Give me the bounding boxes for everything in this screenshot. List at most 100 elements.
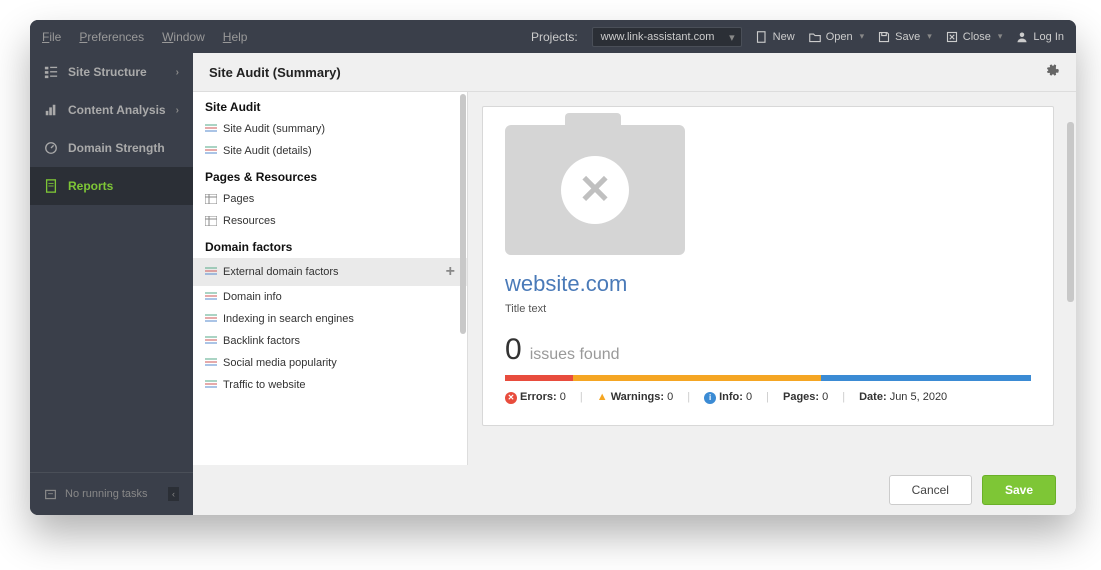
cancel-button[interactable]: Cancel [889, 475, 972, 505]
item-label: Backlink factors [223, 335, 300, 347]
chevron-right-icon: › [176, 105, 179, 116]
login-button[interactable]: Log In [1016, 31, 1064, 43]
reports-icon [44, 179, 58, 193]
content: Site Audit (Summary) Site Audit Site Aud… [193, 53, 1076, 515]
bar-info [821, 375, 1031, 381]
item-external-domain-factors[interactable]: External domain factors + [193, 258, 467, 286]
warnings-icon: ▲ [597, 391, 608, 403]
gear-icon[interactable] [1045, 63, 1060, 81]
scrollbar[interactable] [460, 94, 466, 334]
item-indexing[interactable]: Indexing in search engines [193, 308, 467, 330]
item-backlink-factors[interactable]: Backlink factors [193, 330, 467, 352]
bar-errors [505, 375, 573, 381]
save-button[interactable]: Save [982, 475, 1056, 505]
item-resources[interactable]: Resources [193, 210, 467, 232]
menu-preferences[interactable]: Preferences [79, 30, 144, 44]
open-icon [809, 31, 821, 43]
stats-row: ✕Errors: 0 | ▲ Warnings: 0 | iInfo: 0 | … [505, 391, 1031, 404]
chevron-right-icon: › [176, 67, 179, 78]
item-label: Domain info [223, 291, 282, 303]
item-site-audit-details[interactable]: Site Audit (details) [193, 140, 467, 162]
app-window: File Preferences Window Help Projects: w… [30, 20, 1076, 515]
sidebar-item-domain-strength[interactable]: Domain Strength [30, 129, 193, 167]
tasks-icon [44, 488, 57, 501]
menu-help[interactable]: Help [223, 30, 248, 44]
stat-date: Date: Jun 5, 2020 [859, 391, 947, 403]
structure-icon [44, 65, 58, 79]
group-site-audit: Site Audit [193, 92, 467, 118]
login-label: Log In [1033, 31, 1064, 43]
errors-icon: ✕ [505, 392, 517, 404]
project-dropdown[interactable]: www.link-assistant.com [592, 27, 742, 47]
item-social-media[interactable]: Social media popularity [193, 352, 467, 374]
item-pages[interactable]: Pages [193, 188, 467, 210]
item-label: External domain factors [223, 266, 339, 278]
separator: | [687, 391, 690, 403]
sidebar-item-reports[interactable]: Reports [30, 167, 193, 205]
chevron-down-icon: ▾ [860, 31, 865, 42]
left-panel: Site Audit Site Audit (summary) Site Aud… [193, 92, 468, 465]
grid-icon [205, 194, 217, 204]
stat-warnings: ▲ Warnings: 0 [597, 391, 674, 403]
sidebar-item-content-analysis[interactable]: Content Analysis › [30, 91, 193, 129]
site-title: website.com [505, 271, 1031, 297]
menu-file[interactable]: File [42, 30, 61, 44]
list-icon [205, 146, 217, 156]
list-icon [205, 292, 217, 302]
preview-card: ✕ website.com Title text 0 issues found [482, 106, 1054, 426]
chevron-down-icon: ▾ [998, 31, 1003, 42]
issues-count: 0 [505, 333, 522, 367]
footer: Cancel Save [193, 465, 1076, 515]
menu-window[interactable]: Window [162, 30, 205, 44]
content-header: Site Audit (Summary) [193, 53, 1076, 92]
list-icon [205, 124, 217, 134]
plus-icon[interactable]: + [446, 263, 455, 281]
sidebar-item-label: Domain Strength [68, 141, 165, 155]
save-icon [878, 31, 890, 43]
menubar-left: File Preferences Window Help [42, 30, 247, 44]
separator: | [842, 391, 845, 403]
sidebar-footer: No running tasks ‹ [30, 472, 193, 515]
new-button[interactable]: New [756, 31, 795, 43]
group-pages-resources: Pages & Resources [193, 162, 467, 188]
stat-errors: ✕Errors: 0 [505, 391, 566, 404]
user-icon [1016, 31, 1028, 43]
list-icon [205, 267, 217, 277]
item-traffic[interactable]: Traffic to website [193, 374, 467, 396]
close-label: Close [963, 31, 991, 43]
x-icon: ✕ [578, 167, 612, 213]
content-body: Site Audit Site Audit (summary) Site Aud… [193, 92, 1076, 465]
group-domain-factors: Domain factors [193, 232, 467, 258]
menubar-right: Projects: www.link-assistant.com New Ope… [531, 27, 1064, 47]
site-subtitle: Title text [505, 303, 1031, 315]
item-site-audit-summary[interactable]: Site Audit (summary) [193, 118, 467, 140]
save-button[interactable]: Save ▾ [878, 31, 932, 43]
collapse-icon[interactable]: ‹ [168, 487, 179, 501]
page-title: Site Audit (Summary) [209, 65, 341, 80]
sidebar-item-label: Site Structure [68, 65, 147, 79]
list-icon [205, 380, 217, 390]
sidebar: Site Structure › Content Analysis › Doma… [30, 53, 193, 515]
list-icon [205, 358, 217, 368]
close-button[interactable]: Close ▾ [946, 31, 1003, 43]
chevron-down-icon: ▾ [927, 31, 932, 42]
tasks-label: No running tasks [65, 488, 148, 500]
menubar: File Preferences Window Help Projects: w… [30, 20, 1076, 53]
info-icon: i [704, 392, 716, 404]
item-label: Site Audit (details) [223, 145, 312, 157]
right-panel: ✕ website.com Title text 0 issues found [468, 92, 1076, 465]
item-label: Indexing in search engines [223, 313, 354, 325]
status-bar [505, 375, 1031, 381]
issues-line: 0 issues found [505, 333, 1031, 367]
sidebar-item-label: Content Analysis [68, 103, 166, 117]
projects-label: Projects: [531, 30, 578, 44]
close-icon [946, 31, 958, 43]
open-button[interactable]: Open ▾ [809, 31, 864, 43]
save-label: Save [895, 31, 920, 43]
item-label: Site Audit (summary) [223, 123, 325, 135]
item-label: Traffic to website [223, 379, 306, 391]
sidebar-item-site-structure[interactable]: Site Structure › [30, 53, 193, 91]
placeholder-circle: ✕ [561, 156, 629, 224]
item-domain-info[interactable]: Domain info [193, 286, 467, 308]
scrollbar[interactable] [1067, 122, 1074, 302]
